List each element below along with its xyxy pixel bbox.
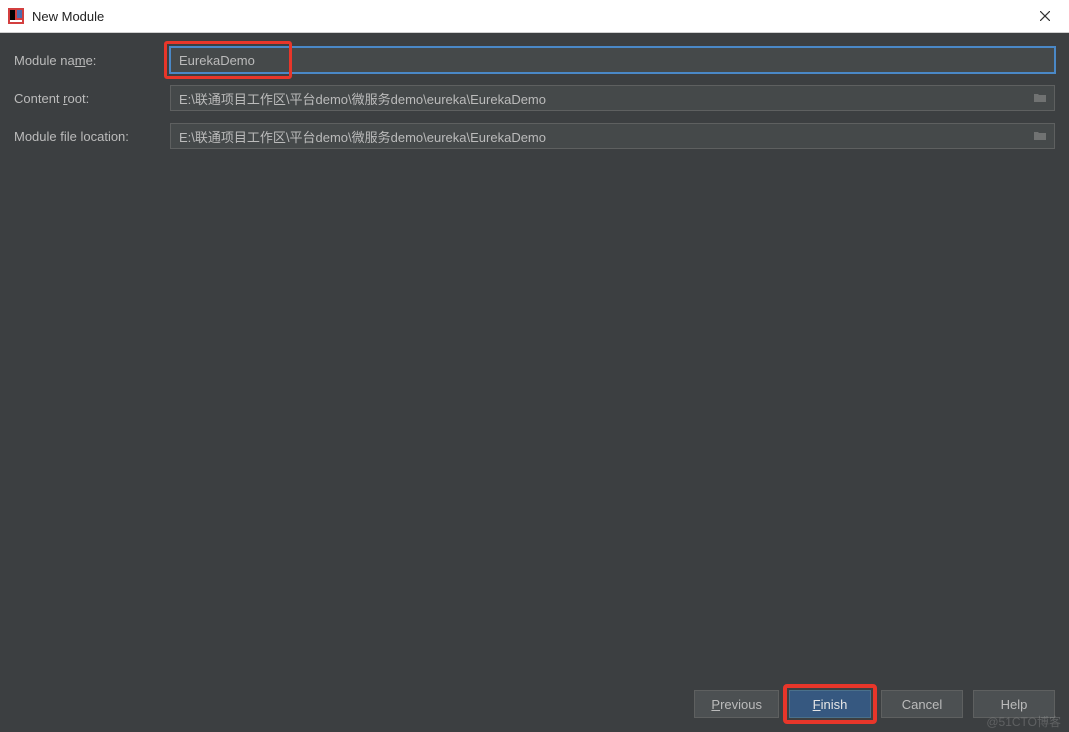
module-file-location-field-wrap	[170, 123, 1055, 149]
close-button[interactable]	[1025, 0, 1065, 33]
window-title: New Module	[32, 9, 1025, 24]
folder-icon	[1033, 130, 1047, 142]
close-icon	[1040, 11, 1050, 21]
dialog-footer: Previous Finish Cancel Help	[14, 680, 1055, 718]
module-file-location-label: Module file location:	[14, 129, 170, 144]
app-icon	[8, 8, 24, 24]
dialog-content: Module name: Content root: Module f	[0, 33, 1069, 732]
finish-button[interactable]: Finish	[789, 690, 871, 718]
module-name-input[interactable]	[170, 47, 1055, 73]
cancel-button[interactable]: Cancel	[881, 690, 963, 718]
finish-button-wrap: Finish	[789, 690, 871, 718]
previous-button[interactable]: Previous	[694, 690, 779, 718]
module-file-location-row: Module file location:	[14, 123, 1055, 149]
title-bar: New Module	[0, 0, 1069, 33]
module-name-field-wrap	[170, 47, 1055, 73]
content-root-browse-button[interactable]	[1029, 87, 1051, 109]
content-root-field-wrap	[170, 85, 1055, 111]
module-name-label: Module name:	[14, 53, 170, 68]
content-root-row: Content root:	[14, 85, 1055, 111]
folder-icon	[1033, 92, 1047, 104]
module-name-row: Module name:	[14, 47, 1055, 73]
module-file-location-browse-button[interactable]	[1029, 125, 1051, 147]
content-root-input[interactable]	[170, 85, 1055, 111]
content-root-label: Content root:	[14, 91, 170, 106]
help-button[interactable]: Help	[973, 690, 1055, 718]
module-file-location-input[interactable]	[170, 123, 1055, 149]
form-area: Module name: Content root: Module f	[14, 47, 1055, 680]
